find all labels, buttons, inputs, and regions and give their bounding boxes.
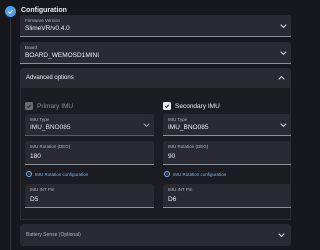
secondary-imu-rotation-link-text: IMU Rotation configuration — [173, 171, 227, 177]
secondary-imu-int-pin-label: IMU INT Pin — [168, 187, 193, 192]
section-title: Configuration — [21, 7, 67, 14]
firmware-version-label: Firmware Version — [25, 18, 61, 23]
advanced-options-toggle[interactable]: Advanced options — [20, 68, 291, 88]
secondary-imu-rotation-label: IMU Rotation (DEG) — [168, 144, 209, 149]
primary-imu-checkbox[interactable] — [25, 102, 33, 110]
step-check-icon — [5, 6, 16, 17]
secondary-imu-type-value: IMU_BNO085 — [168, 124, 209, 131]
battery-sense-title: Battery Sense (Optional) — [26, 232, 81, 238]
primary-imu-rotation-link-text: IMU Rotation configuration — [35, 171, 89, 177]
primary-imu-int-pin-field[interactable]: IMU INT Pin D5 — [25, 184, 154, 208]
stepper-rail — [10, 18, 11, 250]
battery-sense-toggle[interactable]: Battery Sense (Optional) — [20, 224, 291, 246]
info-icon: i — [26, 171, 32, 177]
board-select[interactable]: Board BOARD_WEMOSD1MINI — [20, 42, 291, 64]
chevron-down-icon — [280, 122, 287, 127]
primary-imu-rotation-field[interactable]: IMU Rotation (DEG) 180 — [25, 141, 154, 165]
secondary-imu-type-label: IMU Type — [168, 117, 188, 122]
board-value: BOARD_WEMOSD1MINI — [25, 52, 100, 59]
primary-imu-int-pin-label: IMU INT Pin — [30, 187, 55, 192]
secondary-imu-int-pin-value: D6 — [168, 196, 177, 203]
info-icon: i — [164, 171, 170, 177]
primary-imu-type-label: IMU Type — [30, 117, 50, 122]
advanced-options-title: Advanced options — [26, 75, 74, 81]
chevron-up-icon — [278, 75, 285, 80]
chevron-down-icon — [143, 122, 150, 127]
chevron-down-icon — [278, 233, 285, 238]
primary-imu-rotation-value: 180 — [30, 153, 41, 160]
secondary-imu-rotation-field[interactable]: IMU Rotation (DEG) 90 — [163, 141, 291, 165]
primary-imu-rotation-link[interactable]: i IMU Rotation configuration — [26, 171, 88, 177]
check-icon — [26, 104, 32, 109]
primary-imu-title: Primary IMU — [37, 103, 74, 110]
chevron-down-icon — [280, 23, 287, 28]
configuration-page: Configuration Firmware Version SlimeVR/v… — [0, 0, 300, 250]
check-icon — [164, 104, 170, 109]
secondary-imu-title: Secondary IMU — [175, 103, 220, 110]
secondary-imu-int-pin-field[interactable]: IMU INT Pin D6 — [163, 184, 291, 208]
secondary-imu-rotation-value: 90 — [168, 153, 176, 160]
secondary-imu-type-select[interactable]: IMU Type IMU_BNO085 — [163, 114, 291, 136]
secondary-imu-checkbox[interactable] — [163, 102, 171, 110]
firmware-version-value: SlimeVR/v0.4.0 — [25, 25, 70, 32]
chevron-down-icon — [280, 50, 287, 55]
secondary-imu-rotation-link[interactable]: i IMU Rotation configuration — [164, 171, 226, 177]
primary-imu-rotation-label: IMU Rotation (DEG) — [30, 144, 71, 149]
primary-imu-type-value: IMU_BNO085 — [30, 124, 71, 131]
board-label: Board — [25, 45, 38, 50]
primary-imu-int-pin-value: D5 — [30, 196, 39, 203]
primary-imu-type-select: IMU Type IMU_BNO085 — [25, 114, 154, 136]
firmware-version-select[interactable]: Firmware Version SlimeVR/v0.4.0 — [20, 15, 291, 37]
